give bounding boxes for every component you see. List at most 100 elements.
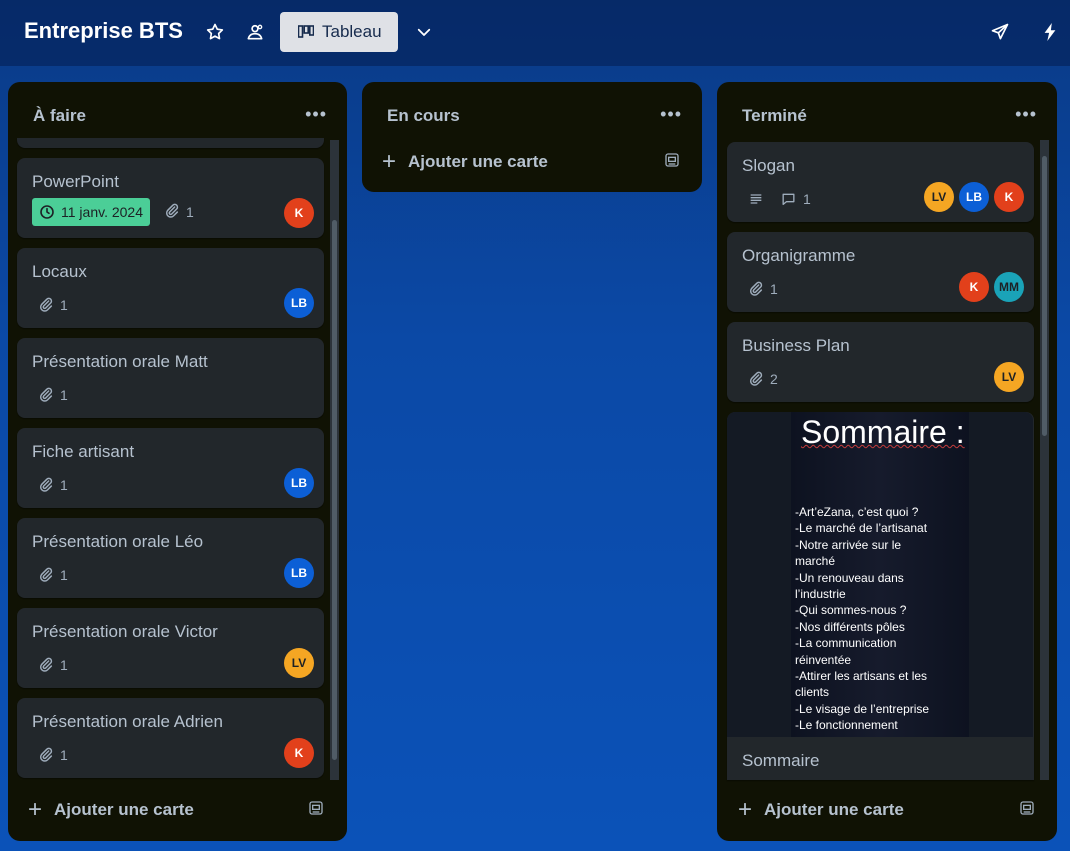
list-header: En cours •••: [362, 82, 702, 144]
list-menu-button[interactable]: •••: [1015, 104, 1037, 125]
avatar[interactable]: LV: [284, 648, 314, 678]
scrollbar-thumb[interactable]: [1042, 156, 1047, 436]
slide-text: -Art’eZana, c’est quoi ? -Le marché de l…: [795, 505, 930, 733]
list-header: À faire •••: [8, 82, 347, 144]
list-header: Terminé •••: [717, 82, 1057, 144]
attachment-icon: [38, 297, 54, 313]
list-scrollbar[interactable]: [330, 140, 339, 780]
card-title: Organigramme: [742, 246, 856, 265]
board-view-label: Tableau: [322, 22, 382, 41]
description-icon: [748, 191, 764, 207]
card-partial[interactable]: [17, 138, 324, 148]
list-scrollbar[interactable]: [1040, 140, 1049, 780]
avatar[interactable]: K: [284, 738, 314, 768]
card[interactable]: PowerPoint 11 janv. 2024 1 K: [17, 158, 324, 238]
card[interactable]: Slogan 1 LV LB K: [727, 142, 1034, 222]
attachment-icon: [748, 281, 764, 297]
attachment-icon: [748, 371, 764, 387]
card-title: Présentation orale Matt: [32, 352, 208, 371]
card[interactable]: Présentation orale Victor 1 LV: [17, 608, 324, 688]
list-termine: Terminé ••• Slogan 1 LV LB K Organigramm…: [717, 82, 1057, 841]
card[interactable]: Présentation orale Matt 1: [17, 338, 324, 418]
avatar[interactable]: LV: [924, 182, 954, 212]
list-title[interactable]: En cours: [387, 106, 460, 126]
card[interactable]: Organigramme 1 K MM: [727, 232, 1034, 312]
workspace-visibility-icon[interactable]: [243, 20, 267, 44]
card-badges: 11 janv. 2024 1: [32, 198, 194, 226]
attachment-icon: [38, 387, 54, 403]
avatar[interactable]: LB: [284, 288, 314, 318]
avatar[interactable]: K: [959, 272, 989, 302]
card-badges: 1: [742, 277, 778, 301]
card-template-icon[interactable]: [664, 152, 680, 173]
list-a-faire: À faire ••• PowerPoint 11 janv. 2024 1 K…: [8, 82, 347, 841]
board-header: Entreprise BTS Tableau: [0, 0, 1070, 66]
scrollbar-thumb[interactable]: [332, 220, 337, 760]
avatar[interactable]: K: [284, 198, 314, 228]
board-title[interactable]: Entreprise BTS: [24, 18, 183, 44]
card[interactable]: Présentation orale Léo 1 LB: [17, 518, 324, 598]
card-cover-image: Sommaire : -Art’eZana, c’est quoi ? -Le …: [727, 412, 1033, 737]
avatar[interactable]: MM: [994, 272, 1024, 302]
attachment-count: 1: [60, 567, 68, 583]
card-badges: 1: [742, 187, 811, 211]
power-up-icon[interactable]: [1038, 20, 1062, 44]
plus-icon: +: [28, 796, 43, 823]
card-badges: 2: [742, 367, 778, 391]
card-badges: 1: [32, 563, 68, 587]
list-title[interactable]: Terminé: [742, 106, 807, 126]
card-title: Présentation orale Adrien: [32, 712, 223, 731]
add-card-button[interactable]: + Ajouter une carte: [738, 798, 904, 822]
attachment-count: 1: [770, 281, 778, 297]
list-title[interactable]: À faire: [33, 106, 86, 126]
add-card-label: Ajouter une carte: [408, 152, 548, 171]
slide-heading: Sommaire :: [801, 414, 965, 450]
attachment-count: 2: [770, 371, 778, 387]
add-card-label: Ajouter une carte: [54, 800, 194, 819]
avatar[interactable]: LV: [994, 362, 1024, 392]
board-view-icon: [298, 25, 314, 39]
attachment-icon: [38, 747, 54, 763]
comment-icon: [780, 191, 797, 207]
card-title: Sommaire: [742, 751, 820, 770]
card-badges: 1: [32, 653, 68, 677]
card[interactable]: Locaux 1 LB: [17, 248, 324, 328]
list-en-cours: En cours ••• + Ajouter une carte: [362, 82, 702, 192]
avatar[interactable]: LB: [284, 558, 314, 588]
send-icon[interactable]: [988, 20, 1012, 44]
attachment-icon: [38, 477, 54, 493]
attachment-count: 1: [186, 204, 194, 220]
due-date-badge[interactable]: 11 janv. 2024: [32, 198, 150, 226]
card-badges: 1: [32, 293, 68, 317]
add-card-button[interactable]: + Ajouter une carte: [28, 798, 194, 822]
attachment-count: 1: [60, 657, 68, 673]
board-view-button[interactable]: Tableau: [280, 12, 398, 52]
attachment-count: 1: [60, 387, 68, 403]
chevron-down-icon[interactable]: [412, 20, 436, 44]
card-with-cover[interactable]: Sommaire : -Art’eZana, c’est quoi ? -Le …: [727, 412, 1034, 780]
avatar[interactable]: LB: [959, 182, 989, 212]
star-icon[interactable]: [203, 20, 227, 44]
card-template-icon[interactable]: [308, 800, 324, 821]
attachment-count: 1: [60, 297, 68, 313]
card-title: Slogan: [742, 156, 795, 175]
card-badges: 1: [32, 743, 68, 767]
card-template-icon[interactable]: [1019, 800, 1035, 821]
attachment-count: 1: [60, 747, 68, 763]
list-menu-button[interactable]: •••: [660, 104, 682, 125]
card[interactable]: Fiche artisant 1 LB: [17, 428, 324, 508]
list-menu-button[interactable]: •••: [305, 104, 327, 125]
avatar[interactable]: LB: [284, 468, 314, 498]
card-title: Présentation orale Léo: [32, 532, 204, 551]
plus-icon: +: [738, 796, 753, 823]
attachment-icon: [38, 567, 54, 583]
card[interactable]: Business Plan 2 LV: [727, 322, 1034, 402]
slide-preview: Sommaire : -Art’eZana, c’est quoi ? -Le …: [791, 412, 969, 737]
clock-icon: [40, 205, 54, 219]
card[interactable]: Présentation orale Adrien 1 K: [17, 698, 324, 778]
card-badges: 1: [32, 473, 68, 497]
card-title: PowerPoint: [32, 172, 119, 191]
card-title: Fiche artisant: [32, 442, 135, 461]
add-card-button[interactable]: + Ajouter une carte: [382, 150, 548, 174]
avatar[interactable]: K: [994, 182, 1024, 212]
